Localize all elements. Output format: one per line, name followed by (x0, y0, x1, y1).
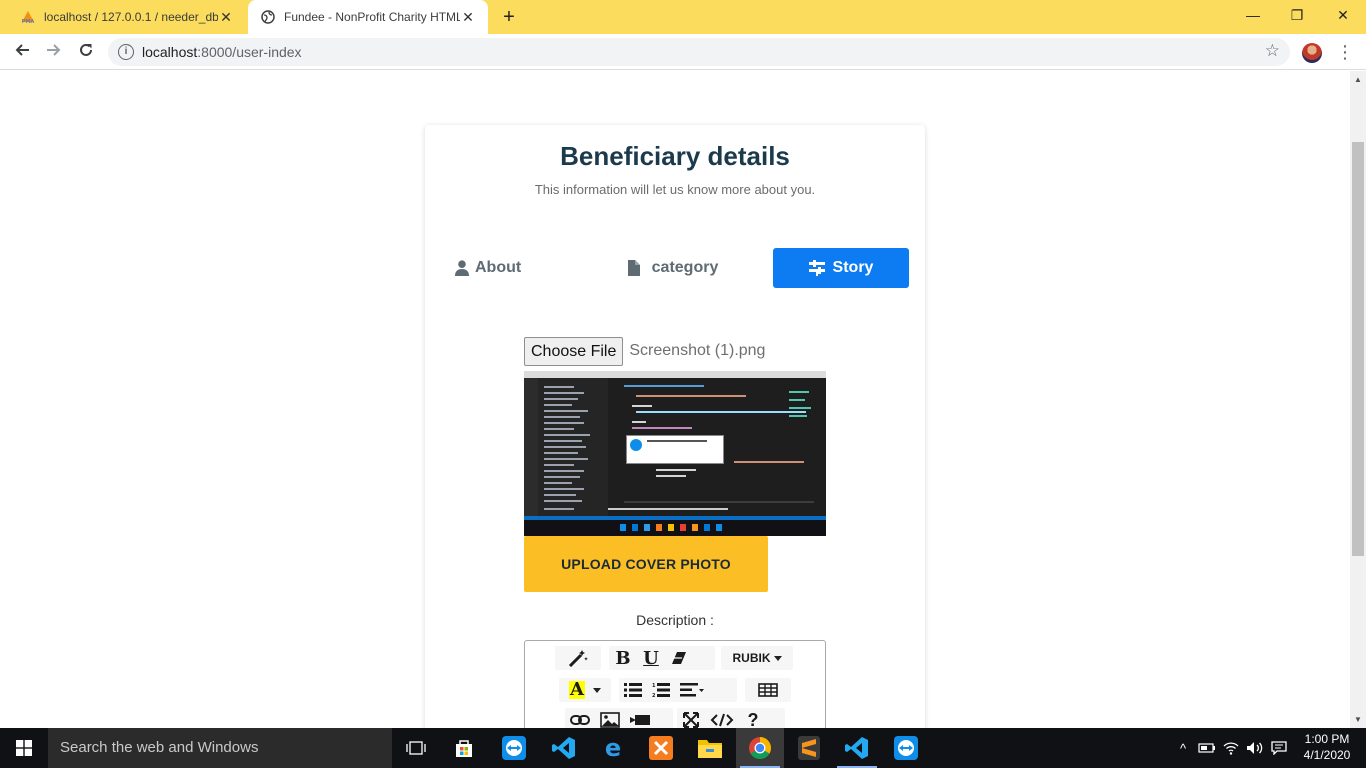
rich-text-editor[interactable]: B U RUBIK A 12 ? (524, 640, 826, 728)
chrome-icon[interactable] (736, 728, 784, 768)
wifi-icon[interactable] (1220, 728, 1242, 768)
minimize-button[interactable]: — (1230, 0, 1276, 30)
step-about[interactable]: About (445, 248, 581, 288)
notifications-icon[interactable] (1268, 728, 1290, 768)
tab-phpmyadmin[interactable]: PMA localhost / 127.0.0.1 / needer_db ✕ (8, 0, 246, 34)
tab-title: localhost / 127.0.0.1 / needer_db (44, 10, 218, 24)
help-icon[interactable]: ? (739, 708, 767, 729)
url-text: localhost:8000/user-index (142, 44, 302, 60)
clock-time: 1:00 PM (1304, 732, 1350, 746)
file-explorer-icon[interactable] (686, 728, 734, 768)
battery-icon[interactable] (1196, 728, 1218, 768)
browser-menu-icon[interactable]: ⋮ (1336, 40, 1354, 64)
site-info-icon[interactable]: i (118, 44, 134, 60)
vscode-icon[interactable] (833, 728, 881, 768)
sliders-icon (808, 260, 825, 276)
edge-icon[interactable]: e (589, 728, 637, 768)
table-icon[interactable] (745, 678, 791, 702)
page-subtitle: This information will let us know more a… (534, 182, 816, 197)
browser-toolbar: i localhost:8000/user-index ☆ (0, 34, 1366, 70)
eraser-icon[interactable] (665, 646, 693, 670)
tab-title: Fundee - NonProfit Charity HTML (284, 10, 460, 24)
close-window-button[interactable]: ✕ (1320, 0, 1366, 30)
forward-icon[interactable] (42, 40, 66, 64)
toolbar-group-insert (565, 708, 673, 728)
teamviewer-icon[interactable] (490, 728, 538, 768)
font-name-dropdown[interactable]: RUBIK (721, 646, 793, 670)
text-color-dropdown[interactable]: A (559, 678, 611, 702)
scrollbar-thumb[interactable] (1352, 142, 1364, 556)
system-clock[interactable]: 1:00 PM 4/1/2020 (1296, 731, 1358, 763)
ordered-list-icon[interactable]: 12 (647, 678, 675, 702)
task-view-icon[interactable] (392, 728, 440, 768)
table-dropdown[interactable] (745, 678, 791, 702)
unordered-list-icon[interactable] (619, 678, 647, 702)
show-hidden-icons[interactable]: ^ (1172, 728, 1194, 768)
toolbar-group-font: B U (609, 646, 715, 670)
close-tab-icon[interactable]: ✕ (460, 9, 476, 26)
toolbar-group-style (555, 646, 601, 670)
underline-icon[interactable]: U (637, 646, 665, 670)
tab-fundee[interactable]: Fundee - NonProfit Charity HTML ✕ (248, 0, 488, 34)
reload-icon[interactable] (74, 40, 98, 64)
scroll-down-icon[interactable]: ▼ (1354, 715, 1362, 724)
step-label: category (651, 259, 719, 276)
cover-photo-preview (524, 371, 826, 536)
svg-text:PMA: PMA (22, 19, 35, 24)
back-icon[interactable] (10, 40, 34, 64)
svg-text:e: e (605, 736, 621, 760)
step-label: About (475, 259, 522, 276)
video-icon[interactable] (625, 708, 655, 728)
profile-avatar[interactable] (1302, 43, 1322, 63)
selected-file-name: Screenshot (1).png (629, 342, 766, 359)
volume-icon[interactable] (1244, 728, 1266, 768)
beneficiary-form-card: Beneficiary details This information wil… (425, 125, 925, 728)
font-name-value: RUBIK (732, 651, 771, 665)
new-tab-button[interactable]: + (498, 6, 520, 28)
user-icon (455, 260, 469, 276)
page-scrollbar[interactable]: ▲ ▼ (1350, 71, 1366, 728)
toolbar-group-paragraph: 12 (619, 678, 737, 702)
magic-icon[interactable] (555, 646, 601, 670)
vscode-icon[interactable] (540, 728, 588, 768)
picture-icon[interactable] (595, 708, 625, 728)
svg-text:1: 1 (652, 683, 656, 689)
windows-logo-icon (16, 740, 32, 756)
bookmark-star-icon[interactable]: ☆ (1265, 41, 1280, 61)
svg-text:2: 2 (652, 693, 656, 697)
bold-icon[interactable]: B (609, 646, 637, 670)
browser-tab-strip: PMA localhost / 127.0.0.1 / needer_db ✕ … (0, 0, 1366, 34)
windows-taskbar: Search the web and Windows e ^ 1:00 PM 4… (0, 728, 1366, 768)
choose-file-button[interactable]: Choose File (524, 336, 624, 366)
globe-icon (260, 9, 276, 25)
link-icon[interactable] (565, 708, 595, 728)
store-icon[interactable] (440, 728, 488, 768)
start-button[interactable] (0, 728, 48, 768)
sublime-icon[interactable] (785, 728, 833, 768)
text-color-icon[interactable]: A (559, 678, 611, 702)
toolbar-group-view: ? (677, 708, 785, 728)
upload-cover-photo-button[interactable]: UPLOAD COVER PHOTO (524, 536, 768, 592)
clock-date: 4/1/2020 (1303, 748, 1351, 762)
step-category[interactable]: category (605, 248, 741, 288)
page-viewport: Beneficiary details This information wil… (0, 71, 1350, 728)
page-title: Beneficiary details (560, 141, 790, 171)
address-bar[interactable]: i localhost:8000/user-index ☆ (108, 38, 1290, 66)
step-label: Story (832, 259, 874, 276)
close-tab-icon[interactable]: ✕ (218, 9, 234, 26)
description-label: Description : (636, 612, 714, 628)
phpmyadmin-icon: PMA (20, 9, 36, 25)
scroll-up-icon[interactable]: ▲ (1354, 75, 1362, 84)
fullscreen-icon[interactable] (677, 708, 705, 728)
file-icon (627, 260, 640, 276)
restore-button[interactable]: ❐ (1274, 0, 1320, 30)
code-view-icon[interactable] (705, 708, 739, 728)
file-input[interactable]: Choose File Screenshot (1).png (524, 336, 765, 366)
align-icon[interactable] (675, 678, 709, 702)
teamviewer-icon[interactable] (882, 728, 930, 768)
taskbar-search-box[interactable]: Search the web and Windows (48, 728, 392, 768)
xampp-icon[interactable] (637, 728, 685, 768)
step-story[interactable]: Story (773, 248, 909, 288)
